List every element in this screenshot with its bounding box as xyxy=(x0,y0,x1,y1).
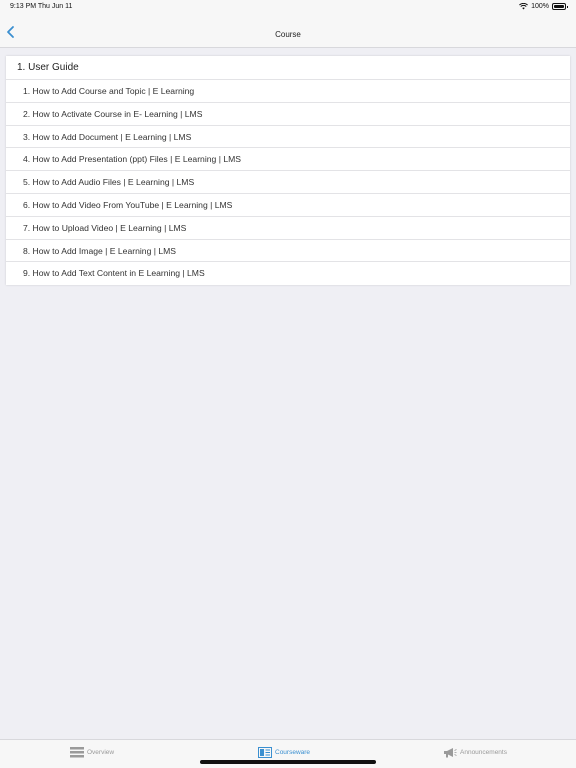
courseware-icon xyxy=(258,747,272,758)
tab-courseware[interactable]: Courseware xyxy=(258,747,310,758)
tab-overview[interactable]: Overview xyxy=(70,747,114,758)
tab-announcements[interactable]: Announcements xyxy=(443,747,507,758)
lesson-row[interactable]: 3. How to Add Document | E Learning | LM… xyxy=(6,126,570,149)
lesson-row[interactable]: 8. How to Add Image | E Learning | LMS xyxy=(6,240,570,263)
megaphone-icon xyxy=(444,748,457,758)
status-bar: 9:13 PM Thu Jun 11 100% xyxy=(0,0,576,16)
home-indicator xyxy=(200,760,376,764)
section-title: 1. User Guide xyxy=(6,56,570,80)
overview-icon xyxy=(70,747,84,758)
battery-percent: 100% xyxy=(531,3,549,10)
lesson-row[interactable]: 6. How to Add Video From YouTube | E Lea… xyxy=(6,194,570,217)
lesson-row[interactable]: 2. How to Activate Course in E- Learning… xyxy=(6,103,570,126)
lesson-row[interactable]: 4. How to Add Presentation (ppt) Files |… xyxy=(6,148,570,172)
navigation-bar: Course xyxy=(0,16,576,48)
battery-icon xyxy=(552,3,568,10)
lesson-row[interactable]: 9. How to Add Text Content in E Learning… xyxy=(6,262,570,285)
page-title: Course xyxy=(275,30,301,39)
tab-announcements-label: Announcements xyxy=(460,749,507,756)
lesson-row[interactable]: 5. How to Add Audio Files | E Learning |… xyxy=(6,171,570,194)
status-time: 9:13 PM Thu Jun 11 xyxy=(10,3,73,10)
tab-courseware-label: Courseware xyxy=(275,749,311,756)
lesson-row[interactable]: 1. How to Add Course and Topic | E Learn… xyxy=(6,80,570,103)
course-section-card: 1. User Guide 1. How to Add Course and T… xyxy=(6,56,570,286)
lesson-row[interactable]: 7. How to Upload Video | E Learning | LM… xyxy=(6,217,570,240)
tab-overview-label: Overview xyxy=(87,749,115,756)
status-right: 100% xyxy=(519,3,568,10)
wifi-icon xyxy=(519,3,529,10)
